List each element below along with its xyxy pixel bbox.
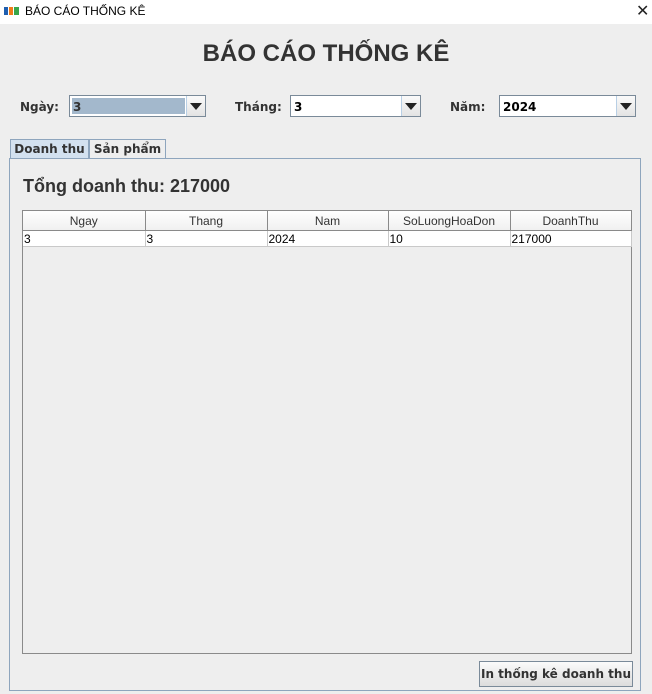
chevron-down-icon[interactable] xyxy=(186,96,205,116)
table-cell[interactable]: 3 xyxy=(145,230,268,247)
column-header-ngay[interactable]: Ngay xyxy=(23,211,146,231)
day-label: Ngày: xyxy=(20,100,59,114)
column-header-doanhthu[interactable]: DoanhThu xyxy=(510,211,632,231)
revenue-table[interactable]: Ngay Thang Nam SoLuongHoaDon DoanhThu 3 … xyxy=(22,210,632,654)
month-select[interactable]: 3 xyxy=(290,95,421,117)
column-header-nam[interactable]: Nam xyxy=(267,211,389,231)
day-select[interactable]: 3 xyxy=(69,95,206,117)
column-header-soluonghoadon[interactable]: SoLuongHoaDon xyxy=(388,211,511,231)
fpt-logo-icon xyxy=(4,7,19,15)
page-title: BÁO CÁO THỐNG KÊ xyxy=(202,40,450,67)
year-select[interactable]: 2024 xyxy=(499,95,636,117)
tab-doanh-thu[interactable]: Doanh thu xyxy=(10,139,89,159)
table-row[interactable]: 3 3 2024 10 217000 xyxy=(23,230,632,247)
chevron-down-icon[interactable] xyxy=(616,96,635,116)
print-revenue-report-button[interactable]: In thống kê doanh thu xyxy=(479,661,633,687)
table-cell[interactable]: 2024 xyxy=(267,230,389,247)
table-cell[interactable]: 10 xyxy=(388,230,511,247)
day-select-value: 3 xyxy=(72,98,185,114)
close-icon[interactable]: ✕ xyxy=(636,2,649,20)
month-label: Tháng: xyxy=(235,100,282,114)
total-revenue-label: Tổng doanh thu: 217000 xyxy=(23,176,231,196)
table-cell[interactable]: 217000 xyxy=(510,230,632,247)
column-header-thang[interactable]: Thang xyxy=(145,211,268,231)
tab-san-pham[interactable]: Sản phẩm xyxy=(89,139,166,158)
year-label: Năm: xyxy=(450,100,486,114)
year-select-value: 2024 xyxy=(503,100,537,114)
table-cell[interactable]: 3 xyxy=(23,230,146,247)
window-title: BÁO CÁO THỐNG KÊ xyxy=(25,4,146,18)
chevron-down-icon[interactable] xyxy=(401,96,420,116)
table-header-row: Ngay Thang Nam SoLuongHoaDon DoanhThu xyxy=(23,211,632,231)
title-bar: BÁO CÁO THỐNG KÊ ✕ xyxy=(0,0,652,24)
month-select-value: 3 xyxy=(294,100,303,114)
